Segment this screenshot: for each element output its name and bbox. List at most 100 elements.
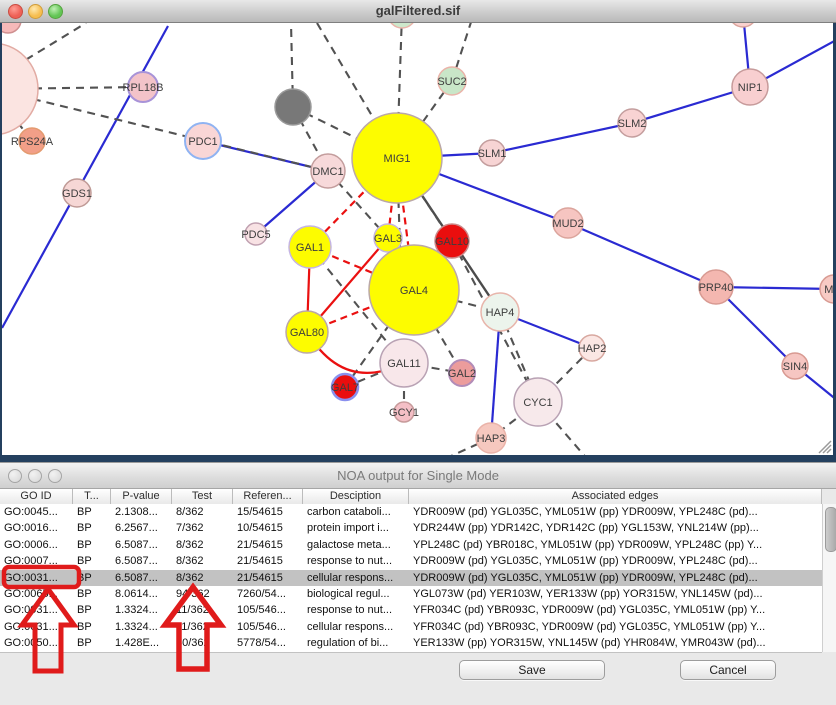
network-node[interactable] [729, 23, 757, 27]
nodes-layer: RPL18BRPS24AGDS1PDC1DMC1MIG1SUC2SLM1SLM2… [2, 23, 833, 453]
node-label: GAL4 [400, 285, 428, 297]
table-cell: YFR034C (pd) YBR093C, YDR009W (pd) YGL03… [409, 602, 822, 618]
table-row[interactable]: GO:0007...BP6.5087...8/36221/54615respon… [0, 553, 822, 569]
network-svg: RPL18BRPS24AGDS1PDC1DMC1MIG1SUC2SLM1SLM2… [2, 23, 833, 455]
node-label: GAL11 [387, 358, 420, 370]
table-cell: 8.0614... [111, 586, 172, 602]
table-cell: 2.1308... [111, 504, 172, 520]
node-label: GAL10 [435, 236, 469, 248]
network-edge[interactable] [492, 123, 632, 153]
table-row[interactable]: GO:0050...BP1.428E...80/3625778/54...reg… [0, 635, 822, 651]
table-cell: 7/362 [172, 520, 233, 536]
table-cell: 6.5087... [111, 570, 172, 586]
table-cell: BP [73, 619, 111, 635]
table-cell: YDR009W (pd) YGL035C, YML051W (pp) YDR00… [409, 553, 822, 569]
node-label: HAP2 [578, 343, 607, 355]
table-cell: 15/54615 [233, 504, 303, 520]
network-node[interactable] [388, 23, 416, 28]
node-label: GAL7 [331, 382, 359, 394]
table-cell: 8/362 [172, 553, 233, 569]
node-label: HAP4 [486, 307, 515, 319]
table-cell: 1.3324... [111, 619, 172, 635]
network-node[interactable] [2, 23, 21, 33]
table-cell: GO:0007... [0, 553, 73, 569]
table-cell: 105/546... [233, 602, 303, 618]
table-cell: BP [73, 602, 111, 618]
node-label: PRP40 [699, 282, 734, 294]
table-cell: GO:0006... [0, 537, 73, 553]
table-cell: BP [73, 586, 111, 602]
node-label: SLM1 [478, 148, 507, 160]
table-cell: GO:0050... [0, 635, 73, 651]
table-row[interactable]: GO:0006...BP6.5087...8/36221/54615galact… [0, 537, 822, 553]
node-label: SIN4 [783, 361, 807, 373]
column-header[interactable]: Associated edges [409, 489, 822, 504]
table-cell: 5778/54... [233, 635, 303, 651]
table-cell: YPL248C (pd) YBR018C, YML051W (pp) YDR00… [409, 537, 822, 553]
table-cell: GO:0031... [0, 570, 73, 586]
noa-titlebar[interactable]: NOA output for Single Mode [0, 463, 836, 489]
table-cell: YDR244W (pp) YDR142C, YDR142C (pp) YGL15… [409, 520, 822, 536]
node-label: CYC1 [523, 397, 552, 409]
table-cell: GO:0031... [0, 619, 73, 635]
node-label: GAL3 [374, 233, 402, 245]
table-row[interactable]: GO:0031...BP1.3324...11/362105/546...cel… [0, 619, 822, 635]
table-cell: biological regul... [303, 586, 409, 602]
table-cell: 94/362 [172, 586, 233, 602]
table-cell: protein import i... [303, 520, 409, 536]
table-cell: YFR034C (pd) YBR093C, YDR009W (pd) YGL03… [409, 619, 822, 635]
table-cell: 10/54615 [233, 520, 303, 536]
node-label: GAL1 [296, 242, 324, 254]
table-cell: 6.2567... [111, 520, 172, 536]
table-cell: YDR009W (pd) YGL035C, YML051W (pp) YDR00… [409, 570, 822, 586]
network-node[interactable] [275, 89, 311, 125]
table-cell: BP [73, 520, 111, 536]
node-label: GDS1 [62, 188, 92, 200]
network-window: galFiltered.sif RPL18BRPS24AGDS1PDC1DMC1… [0, 0, 836, 455]
column-header[interactable]: T... [73, 489, 111, 504]
table-row[interactable]: GO:0016...BP6.2567...7/36210/54615protei… [0, 520, 822, 536]
save-button[interactable]: Save [459, 660, 605, 680]
table-cell: BP [73, 537, 111, 553]
results-table[interactable]: GO:0045...BP2.1308...8/36215/54615carbon… [0, 504, 822, 653]
table-row[interactable]: GO:0031...BP1.3324...11/362105/546...res… [0, 602, 822, 618]
table-cell: 1.3324... [111, 602, 172, 618]
column-header[interactable]: P-value [111, 489, 172, 504]
column-header[interactable]: Referen... [233, 489, 303, 504]
scrollbar-thumb[interactable] [825, 507, 836, 552]
table-cell: YER133W (pp) YOR315W, YNL145W (pd) YHR08… [409, 635, 822, 651]
table-row[interactable]: GO:0045...BP2.1308...8/36215/54615carbon… [0, 504, 822, 520]
table-cell: 6.5087... [111, 537, 172, 553]
table-cell: BP [73, 553, 111, 569]
screenshot-root: { "top_window": { "title": "galFiltered.… [0, 0, 836, 704]
table-cell: response to nut... [303, 602, 409, 618]
noa-window-title: NOA output for Single Mode [0, 468, 836, 483]
network-window-title: galFiltered.sif [0, 3, 836, 18]
noa-output-window: NOA output for Single Mode GO IDT...P-va… [0, 462, 836, 705]
table-cell: 6.5087... [111, 553, 172, 569]
node-label: GAL80 [290, 327, 324, 339]
table-cell: GO:0065... [0, 586, 73, 602]
table-cell: 105/546... [233, 619, 303, 635]
table-scrollbar[interactable] [822, 504, 836, 652]
table-cell: 21/54615 [233, 553, 303, 569]
resize-grip-icon [819, 441, 831, 453]
network-titlebar[interactable]: galFiltered.sif [0, 0, 836, 23]
table-cell: 8/362 [172, 570, 233, 586]
column-header[interactable]: Test [172, 489, 233, 504]
table-cell: YGL073W (pd) YER103W, YER133W (pp) YOR31… [409, 586, 822, 602]
node-label: RPL18B [123, 82, 164, 94]
network-edge[interactable] [568, 223, 716, 287]
cancel-button[interactable]: Cancel [680, 660, 776, 680]
table-cell: GO:0031... [0, 602, 73, 618]
table-cell: 7260/54... [233, 586, 303, 602]
node-label: MSI [824, 284, 833, 296]
column-header[interactable]: Desciption [303, 489, 409, 504]
table-row[interactable]: GO:0065...BP8.0614...94/3627260/54...bio… [0, 586, 822, 602]
table-cell: galactose meta... [303, 537, 409, 553]
column-header[interactable]: GO ID [0, 489, 73, 504]
network-canvas[interactable]: RPL18BRPS24AGDS1PDC1DMC1MIG1SUC2SLM1SLM2… [2, 23, 833, 455]
table-cell: 21/54615 [233, 537, 303, 553]
table-row[interactable]: GO:0031...BP6.5087...8/36221/54615cellul… [0, 570, 822, 586]
table-cell: cellular respons... [303, 619, 409, 635]
